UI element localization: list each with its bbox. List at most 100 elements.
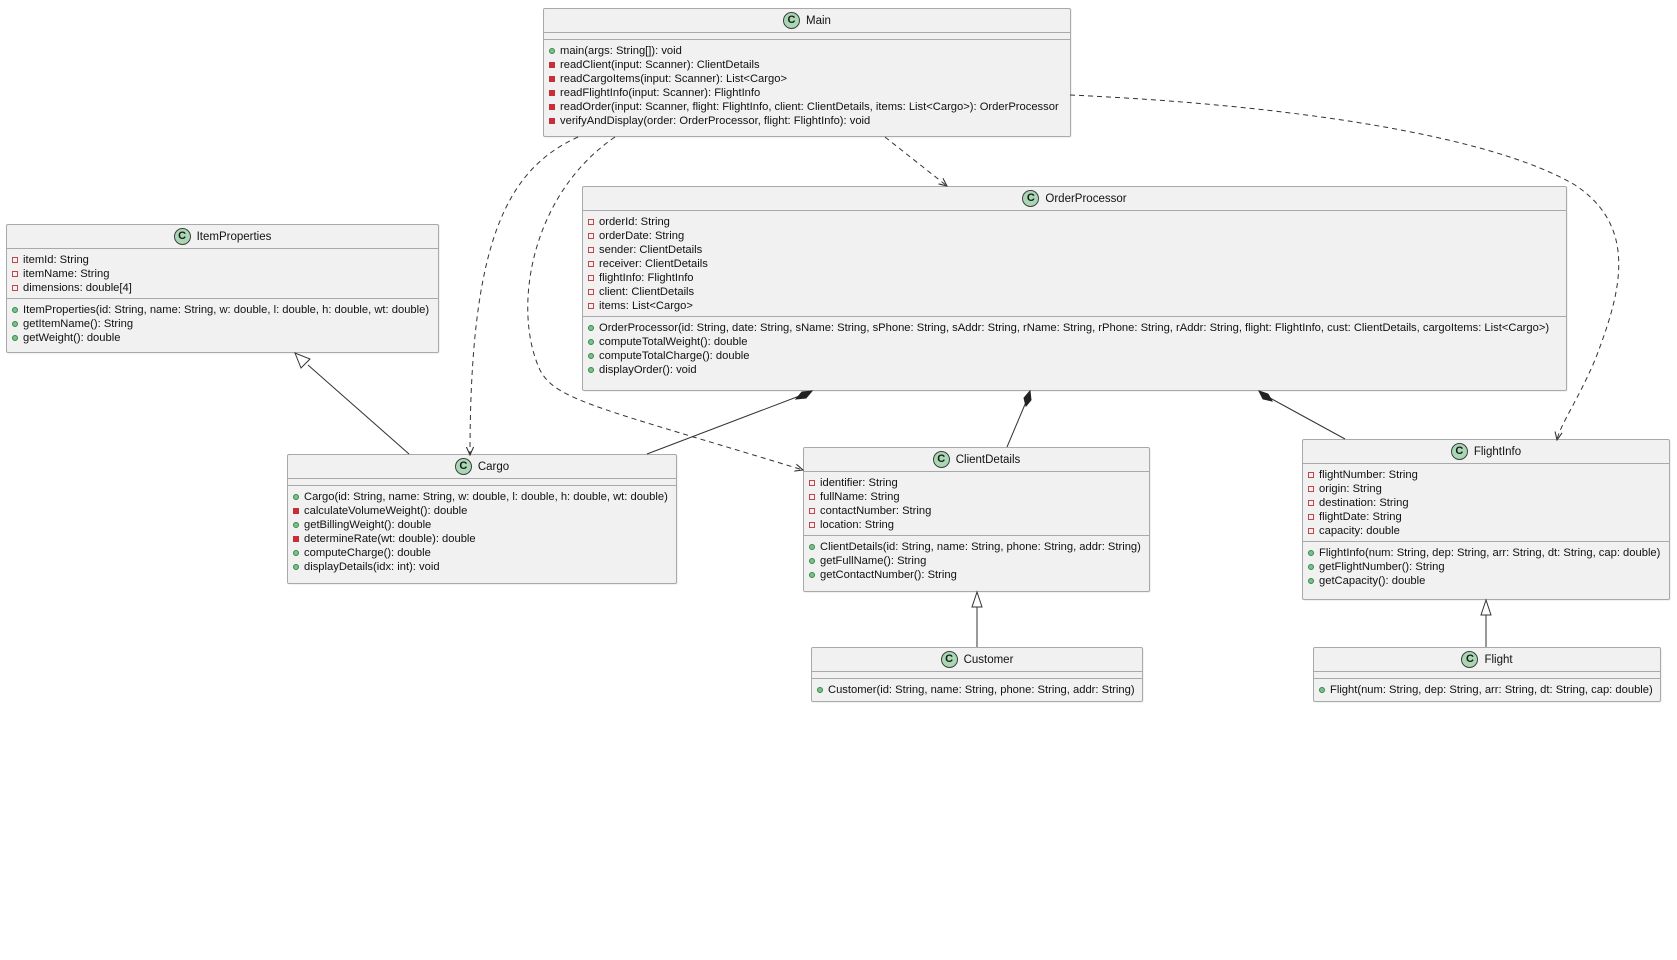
method-row: ItemProperties(id: String, name: String,… [12,303,435,317]
field-row: client: ClientDetails [588,285,1563,299]
method-text: computeTotalWeight(): double [599,336,748,348]
method-row: FlightInfo(num: String, dep: String, arr… [1308,546,1666,560]
public-visibility-icon [12,307,18,313]
method-row: getFlightNumber(): String [1308,560,1666,574]
composition-orderprocessor-cargo [646,394,803,455]
field-row: origin: String [1308,482,1666,496]
method-text: FlightInfo(num: String, dep: String, arr… [1319,547,1661,559]
public-visibility-icon [293,494,299,500]
composition-diamond-flightinfo [1258,390,1273,402]
private-visibility-icon [588,289,594,295]
private-visibility-icon [549,90,555,96]
public-visibility-icon [588,339,594,345]
private-visibility-icon [1308,500,1314,506]
public-visibility-icon [817,687,823,693]
class-name: ItemProperties [196,230,272,243]
methods-section: Customer(id: String, name: String, phone… [812,678,1142,700]
dependency-main-cargo [470,136,579,455]
field-text: location: String [820,519,895,531]
field-text: flightInfo: FlightInfo [599,272,694,284]
private-visibility-icon [549,76,555,82]
field-text: contactNumber: String [820,505,932,517]
method-text: getCapacity(): double [1319,575,1426,587]
field-text: orderId: String [599,216,670,228]
method-text: calculateVolumeWeight(): double [304,505,468,517]
uml-class-diagram: C Main main(args: String[]): void readCli… [0,0,1677,960]
class-flightinfo: C FlightInfo flightNumber: String origin:… [1302,439,1670,600]
methods-section: OrderProcessor(id: String, date: String,… [583,316,1566,380]
method-row: getItemName(): String [12,317,435,331]
method-text: computeCharge(): double [304,547,431,559]
private-visibility-icon [809,480,815,486]
method-row: computeTotalWeight(): double [588,335,1563,349]
method-row: readOrder(input: Scanner, flight: Flight… [549,100,1067,114]
private-visibility-icon [12,257,18,263]
method-text: ClientDetails(id: String, name: String, … [820,541,1141,553]
method-row: main(args: String[]): void [549,44,1067,58]
class-name: Main [806,14,831,27]
composition-orderprocessor-flightinfo [1269,397,1346,440]
public-visibility-icon [1308,550,1314,556]
field-row: destination: String [1308,496,1666,510]
method-row: Flight(num: String, dep: String, arr: St… [1319,683,1657,697]
field-text: origin: String [1319,483,1382,495]
method-text: getItemName(): String [23,318,134,330]
method-row: readFlightInfo(input: Scanner): FlightIn… [549,86,1067,100]
method-text: readClient(input: Scanner): ClientDetail… [560,59,760,71]
method-text: ItemProperties(id: String, name: String,… [23,304,430,316]
public-visibility-icon [293,564,299,570]
method-text: displayOrder(): void [599,364,697,376]
private-visibility-icon [809,508,815,514]
class-itemproperties: C ItemProperties itemId: String itemName:… [6,224,439,353]
inheritance-cargo-itemproperties [307,364,410,455]
public-visibility-icon [588,367,594,373]
inheritance-triangle-flightinfo [1480,598,1492,616]
private-visibility-icon [588,261,594,267]
class-name: Customer [963,653,1014,666]
field-text: capacity: double [1319,525,1400,537]
class-c-icon: C [173,228,191,245]
methods-section: ClientDetails(id: String, name: String, … [804,535,1149,585]
class-orderprocessor: C OrderProcessor orderId: String orderDat… [582,186,1567,391]
method-row: displayOrder(): void [588,363,1563,377]
method-row: determineRate(wt: double): double [293,532,673,546]
class-name: FlightInfo [1473,445,1522,458]
class-customer: C Customer Customer(id: String, name: St… [811,647,1143,702]
field-row: flightInfo: FlightInfo [588,271,1563,285]
field-text: client: ClientDetails [599,286,695,298]
fields-section: orderId: String orderDate: String sender: … [583,211,1566,316]
public-visibility-icon [809,544,815,550]
public-visibility-icon [293,522,299,528]
class-c-icon: C [940,651,958,668]
composition-diamond-cargo [794,390,814,400]
private-visibility-icon [293,536,299,542]
field-row: fullName: String [809,490,1146,504]
private-visibility-icon [1308,528,1314,534]
class-header: C Flight [1314,648,1660,672]
public-visibility-icon [809,558,815,564]
field-row: orderDate: String [588,229,1563,243]
class-c-icon: C [1022,190,1040,207]
class-header: C Customer [812,648,1142,672]
public-visibility-icon [293,550,299,556]
class-main: C Main main(args: String[]): void readCli… [543,8,1071,137]
private-visibility-icon [293,508,299,514]
class-header: C ClientDetails [804,448,1149,472]
methods-section: FlightInfo(num: String, dep: String, arr… [1303,541,1669,591]
field-text: itemId: String [23,254,89,266]
method-row: verifyAndDisplay(order: OrderProcessor, … [549,114,1067,128]
field-text: flightNumber: String [1319,469,1418,481]
method-row: readClient(input: Scanner): ClientDetail… [549,58,1067,72]
class-c-icon: C [783,12,801,29]
field-row: location: String [809,518,1146,532]
private-visibility-icon [1308,514,1314,520]
public-visibility-icon [1319,687,1325,693]
private-visibility-icon [549,118,555,124]
inheritance-triangle-itemproperties [294,352,311,369]
method-row: Customer(id: String, name: String, phone… [817,683,1139,697]
class-clientdetails: C ClientDetails identifier: String fullNa… [803,447,1150,592]
field-text: orderDate: String [599,230,685,242]
public-visibility-icon [588,325,594,331]
method-row: readCargoItems(input: Scanner): List<Car… [549,72,1067,86]
field-text: fullName: String [820,491,900,503]
